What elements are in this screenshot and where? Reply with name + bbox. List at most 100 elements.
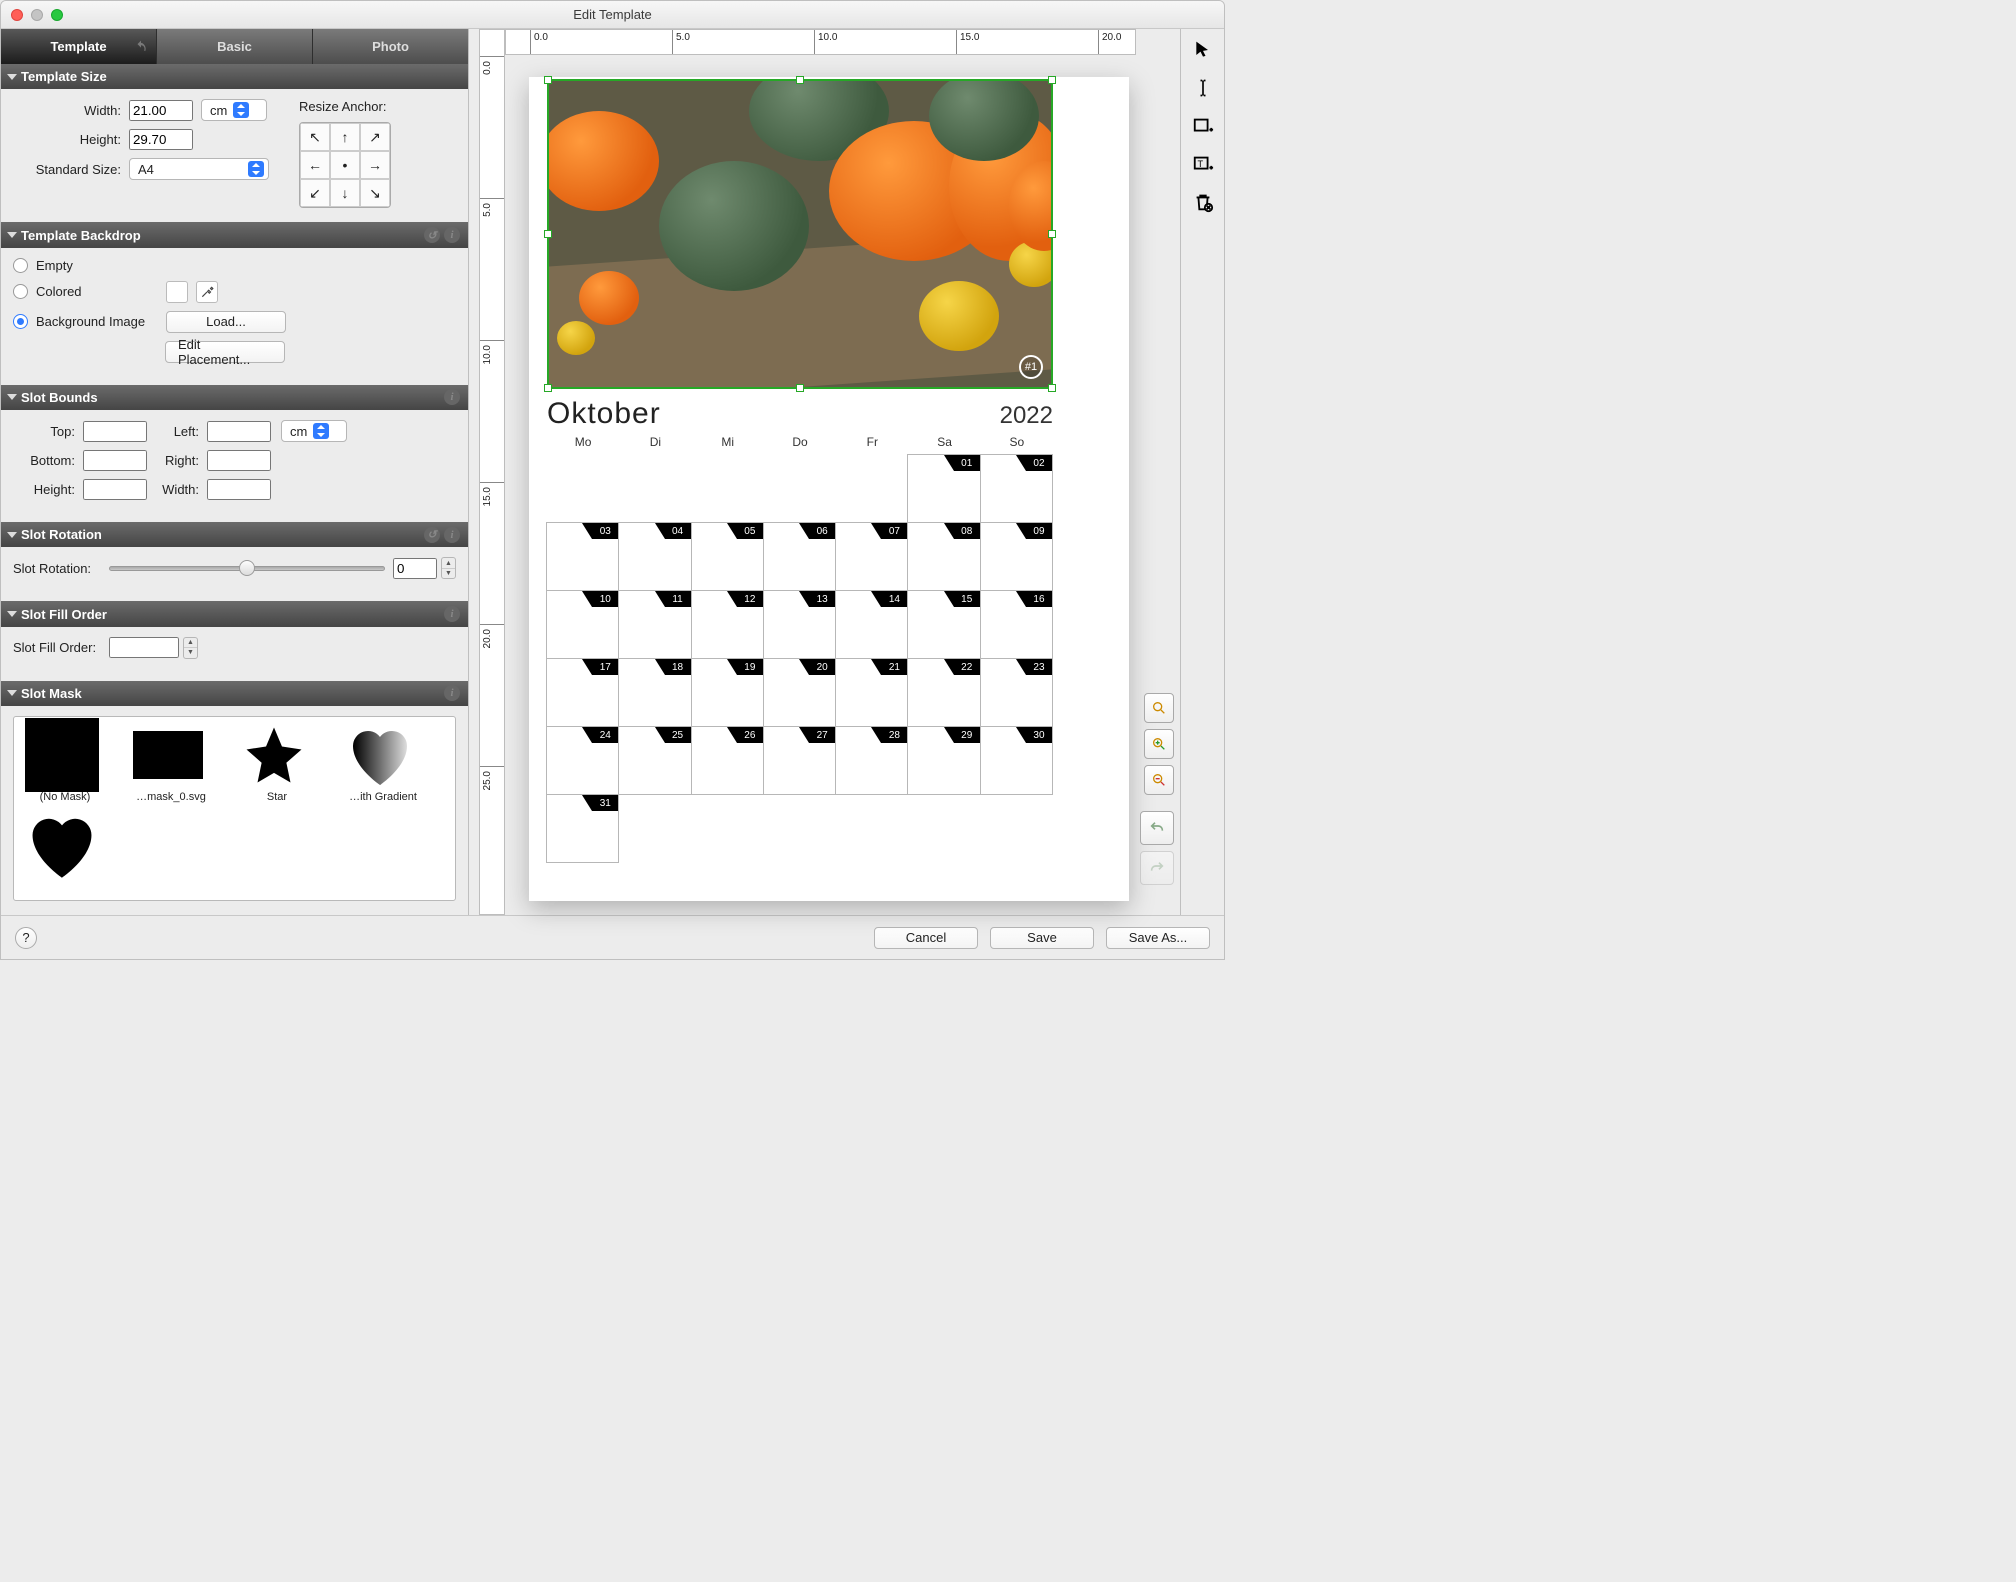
mask-list[interactable]: (No Mask) …mask_0.svg Star …ith Gra <box>13 716 456 901</box>
disclosure-icon <box>7 394 17 400</box>
info-icon[interactable]: i <box>444 606 460 622</box>
month-header: Oktober 2022 <box>547 397 1053 431</box>
radio-bgimage[interactable] <box>13 314 28 329</box>
calendar-cell: 17 <box>546 658 619 727</box>
color-swatch[interactable] <box>166 281 188 303</box>
calendar-cell: 11 <box>618 590 691 659</box>
calendar-cell: 05 <box>691 522 764 591</box>
stdsize-label: Standard Size: <box>13 162 129 177</box>
disclosure-icon <box>7 232 17 238</box>
section-template-size-header[interactable]: Template Size <box>1 64 468 89</box>
calendar-cell: 30 <box>980 726 1053 795</box>
radio-empty[interactable] <box>13 258 28 273</box>
rotation-slider[interactable] <box>109 559 385 577</box>
section-bounds-header[interactable]: Slot Bounds i <box>1 385 468 410</box>
pointer-tool[interactable] <box>1186 33 1220 67</box>
unit-select[interactable]: cm <box>201 99 267 121</box>
bwidth-input[interactable] <box>207 479 271 500</box>
bottom-input[interactable] <box>83 450 147 471</box>
tab-photo[interactable]: Photo <box>312 29 468 64</box>
zoom-out-button[interactable] <box>1144 765 1174 795</box>
save-button[interactable]: Save <box>990 927 1094 949</box>
section-fillorder-header[interactable]: Slot Fill Order i <box>1 601 468 626</box>
ruler-vertical: 0.0 5.0 10.0 15.0 20.0 25.0 <box>479 29 505 915</box>
calendar-cell <box>763 454 836 523</box>
top-input[interactable] <box>83 421 147 442</box>
window-title: Edit Template <box>1 7 1224 22</box>
bounds-unit-select[interactable]: cm <box>281 420 347 442</box>
width-input[interactable] <box>129 100 193 121</box>
fillorder-stepper[interactable]: ▲▼ <box>183 637 198 659</box>
zoom-in-button[interactable] <box>1144 729 1174 759</box>
mask-mask0[interactable]: …mask_0.svg <box>128 725 214 803</box>
mask-nomask[interactable]: (No Mask) <box>22 725 108 803</box>
bheight-input[interactable] <box>83 479 147 500</box>
info-icon[interactable]: i <box>444 389 460 405</box>
saveas-button[interactable]: Save As... <box>1106 927 1210 949</box>
undo-button[interactable] <box>1140 811 1174 845</box>
svg-text:T: T <box>1197 159 1203 169</box>
add-rect-tool[interactable] <box>1186 109 1220 143</box>
tab-basic[interactable]: Basic <box>156 29 312 64</box>
calendar-cell: 12 <box>691 590 764 659</box>
load-button[interactable]: Load... <box>166 311 286 333</box>
eyedropper-button[interactable] <box>196 281 218 303</box>
help-button[interactable]: ? <box>15 927 37 949</box>
undo-redo-group <box>1140 811 1174 885</box>
section-rotation-header[interactable]: Slot Rotation ↺ i <box>1 522 468 547</box>
calendar-cell: 28 <box>835 726 908 795</box>
calendar-cell: 18 <box>618 658 691 727</box>
info-icon[interactable]: i <box>444 527 460 543</box>
zoom-fit-button[interactable] <box>1144 693 1174 723</box>
calendar-cell: 16 <box>980 590 1053 659</box>
tab-template[interactable]: Template <box>1 29 156 64</box>
left-input[interactable] <box>207 421 271 442</box>
delete-tool[interactable] <box>1186 185 1220 219</box>
calendar-cell: 02 <box>980 454 1053 523</box>
info-icon[interactable]: i <box>444 227 460 243</box>
right-input[interactable] <box>207 450 271 471</box>
calendar-cell: 27 <box>763 726 836 795</box>
redo-button[interactable] <box>1140 851 1174 885</box>
mask-gradient[interactable]: …ith Gradient <box>340 725 426 803</box>
calendar-cell: 25 <box>618 726 691 795</box>
reset-icon[interactable]: ↺ <box>424 527 440 543</box>
calendar-cell <box>618 454 691 523</box>
calendar-cell <box>835 794 908 863</box>
cancel-button[interactable]: Cancel <box>874 927 978 949</box>
calendar-grid: 0102030405060708091011121314151617181920… <box>547 455 1053 863</box>
radio-colored[interactable] <box>13 284 28 299</box>
canvas-area[interactable]: 0.0 5.0 10.0 15.0 20.0 25.0 0.0 5.0 10.0… <box>469 29 1180 915</box>
calendar-cell: 24 <box>546 726 619 795</box>
calendar-cell <box>980 794 1053 863</box>
text-cursor-tool[interactable] <box>1186 71 1220 105</box>
calendar-cell: 14 <box>835 590 908 659</box>
disclosure-icon <box>7 690 17 696</box>
rotation-stepper[interactable]: ▲▼ <box>441 557 456 579</box>
fillorder-input[interactable] <box>109 637 179 658</box>
mask-star[interactable]: Star <box>234 725 320 803</box>
calendar-cell: 26 <box>691 726 764 795</box>
eyedropper-icon <box>200 285 214 299</box>
calendar-cell: 20 <box>763 658 836 727</box>
section-backdrop-header[interactable]: Template Backdrop ↺ i <box>1 222 468 247</box>
info-icon[interactable]: i <box>444 685 460 701</box>
section-mask-header[interactable]: Slot Mask i <box>1 681 468 706</box>
height-input[interactable] <box>129 129 193 150</box>
undo-icon <box>134 40 148 54</box>
stdsize-select[interactable]: A4 <box>129 158 269 180</box>
edit-placement-button[interactable]: Edit Placement... <box>165 341 285 363</box>
reset-icon[interactable]: ↺ <box>424 227 440 243</box>
disclosure-icon <box>7 74 17 80</box>
ruler-horizontal: 0.0 5.0 10.0 15.0 20.0 <box>505 29 1136 55</box>
calendar-cell: 07 <box>835 522 908 591</box>
anchor-label: Resize Anchor: <box>299 99 391 114</box>
add-text-tool[interactable]: T <box>1186 147 1220 181</box>
photo-slot[interactable]: #1 <box>547 79 1053 389</box>
calendar-cell: 08 <box>907 522 980 591</box>
rotation-input[interactable] <box>393 558 437 579</box>
calendar-cell: 29 <box>907 726 980 795</box>
mask-heart[interactable] <box>22 815 108 881</box>
resize-anchor-grid[interactable]: ↖↑↗ ←•→ ↙↓↘ <box>299 122 391 208</box>
calendar-cell <box>618 794 691 863</box>
